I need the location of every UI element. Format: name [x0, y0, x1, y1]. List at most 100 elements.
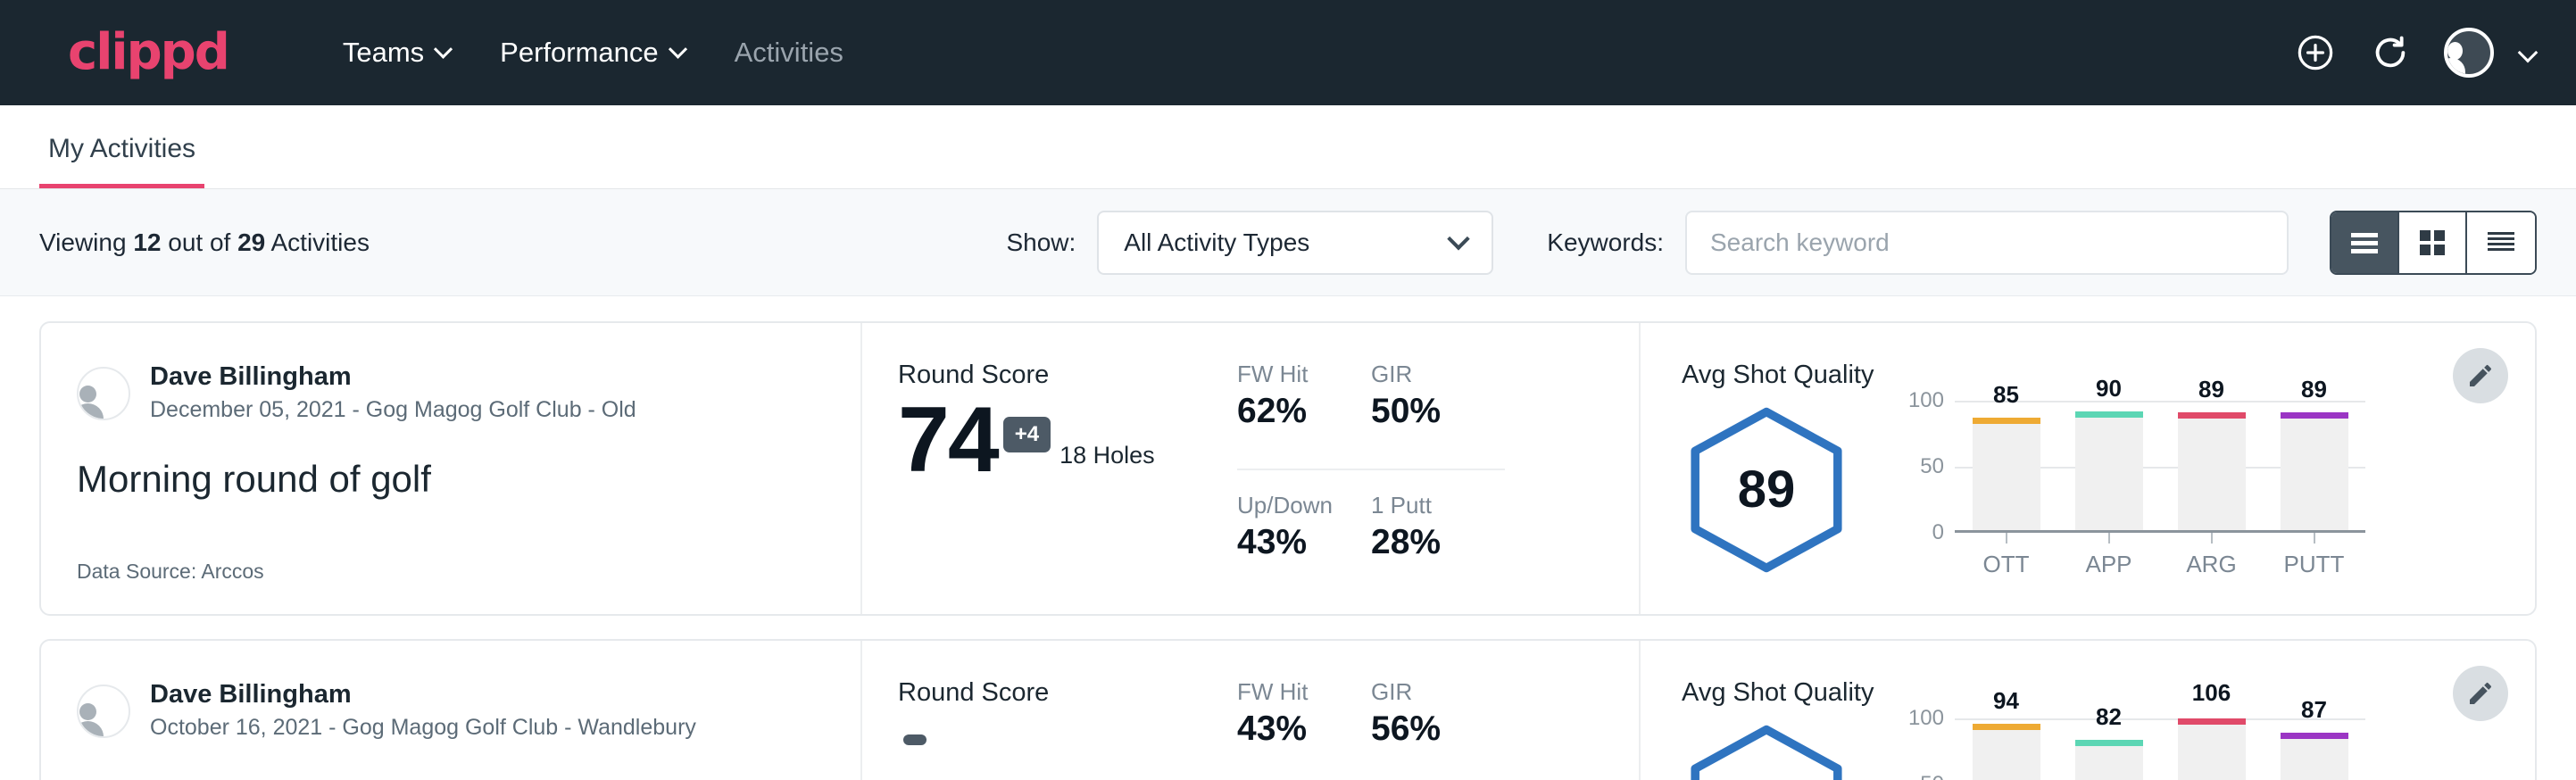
add-icon[interactable] — [2294, 31, 2337, 74]
avg-shot-quality-value: 89 — [1682, 405, 1851, 575]
round-stats-grid: FW Hit 43% GIR 56% — [1237, 641, 1639, 780]
account-chevron-down-icon[interactable] — [2518, 43, 2539, 63]
chart-bar: 89 — [2178, 401, 2246, 530]
chart-bar: 87 — [2281, 718, 2348, 780]
round-score-row: 74 +4 18 Holes — [898, 392, 1237, 489]
activity-list: Dave Billingham December 05, 2021 - Gog … — [0, 296, 2576, 780]
chart-bar-value-label: 82 — [2075, 703, 2143, 731]
nav-actions — [2294, 28, 2535, 78]
filter-controls: Show: All Activity Types Keywords: — [1006, 211, 2537, 275]
shot-quality-hexagon: 89 — [1682, 405, 1851, 575]
chart-bar-value-label: 94 — [1973, 687, 2040, 715]
chart-y-tick-label: 100 — [1908, 388, 1944, 413]
compact-view-icon — [2486, 230, 2516, 255]
activity-title: Morning round of golf — [77, 458, 825, 501]
pencil-icon — [2466, 679, 2495, 708]
chart-x-tick: PUTT — [2281, 533, 2348, 578]
keywords-group: Keywords: — [1547, 211, 2289, 275]
avatar-body — [77, 721, 104, 738]
chart-x-tick-label: ARG — [2186, 551, 2236, 578]
keywords-label: Keywords: — [1547, 228, 1664, 257]
avg-shot-quality-value — [1682, 723, 1851, 780]
avg-shot-quality-column: Avg Shot Quality 89 05010085908989 OTTAP… — [1639, 323, 2535, 614]
main-nav-items: Teams Performance Activities — [318, 26, 868, 79]
chart-x-tick-mark — [2314, 533, 2315, 544]
chart-x-tick-label: OTT — [1983, 551, 2030, 578]
avg-shot-quality-column: Avg Shot Quality 050100948210687 OTTAPPA… — [1639, 641, 2535, 780]
list-view-icon — [2349, 231, 2380, 254]
avg-shot-quality-body: 050100948210687 OTTAPPARGPUTT — [1682, 713, 2499, 780]
compact-view-button[interactable] — [2467, 212, 2535, 273]
chart-x-axis: OTT APP ARG PUTT — [1955, 533, 2365, 578]
chart-bar: 82 — [2075, 718, 2143, 780]
stat-value: 43% — [1237, 709, 1344, 749]
refresh-icon[interactable] — [2369, 31, 2412, 74]
stat-gir: GIR 56% — [1371, 678, 1505, 780]
holes-played: 18 Holes — [1059, 442, 1155, 469]
chart-x-tick: OTT — [1973, 533, 2040, 578]
activity-type-select[interactable]: All Activity Types — [1097, 211, 1493, 275]
stat-label: 1 Putt — [1371, 492, 1478, 519]
stat-label: GIR — [1371, 361, 1478, 388]
chart-bar-value-label: 106 — [2178, 679, 2246, 707]
chart-bar: 106 — [2178, 718, 2246, 780]
edit-activity-button[interactable] — [2453, 348, 2508, 403]
activity-summary-column: Dave Billingham October 16, 2021 - Gog M… — [41, 641, 862, 780]
grid-view-button[interactable] — [2399, 212, 2467, 273]
nav-item-teams[interactable]: Teams — [318, 26, 475, 79]
list-view-button[interactable] — [2331, 212, 2399, 273]
chart-bar-cap — [2075, 411, 2143, 418]
chart-x-tick-label: PUTT — [2284, 551, 2345, 578]
stat-up-down: Up/Down 43% — [1237, 470, 1371, 584]
chart-bar-fill — [1973, 730, 2040, 780]
avatar — [77, 367, 130, 420]
chart-bar: 89 — [2281, 401, 2348, 530]
viewing-count-text: Viewing 12 out of 29 Activities — [39, 228, 370, 257]
activity-author: Dave Billingham October 16, 2021 - Gog M… — [77, 678, 825, 743]
stat-label: GIR — [1371, 678, 1478, 706]
round-score-value: 74 — [898, 392, 998, 489]
chart-bar-cap — [2281, 733, 2348, 739]
activity-meta: October 16, 2021 - Gog Magog Golf Club -… — [150, 713, 696, 743]
nav-item-performance[interactable]: Performance — [475, 26, 709, 79]
chart-bar-fill — [1973, 424, 2040, 530]
nav-item-activities[interactable]: Activities — [710, 26, 868, 79]
show-label: Show: — [1006, 228, 1076, 257]
round-score-column: Round Score 74 +4 18 Holes — [862, 323, 1237, 614]
viewing-prefix: Viewing — [39, 228, 133, 256]
chart-y-tick-label: 0 — [1932, 520, 1944, 545]
activity-card[interactable]: Dave Billingham December 05, 2021 - Gog … — [39, 321, 2537, 616]
activity-type-select-value: All Activity Types — [1124, 228, 1309, 257]
brand-logo[interactable]: clippd — [68, 28, 229, 78]
chevron-down-icon — [669, 39, 687, 58]
author-text: Dave Billingham October 16, 2021 - Gog M… — [150, 678, 696, 743]
author-text: Dave Billingham December 05, 2021 - Gog … — [150, 361, 636, 426]
chart-x-tick: ARG — [2178, 533, 2246, 578]
chart-x-tick-mark — [2211, 533, 2213, 544]
chart-bar-value-label: 89 — [2178, 376, 2246, 403]
round-score-label: Round Score — [898, 361, 1237, 390]
chart-bars: 85908989 — [1955, 401, 2365, 530]
tab-my-activities-label: My Activities — [48, 134, 195, 163]
chart-bar-value-label: 85 — [1973, 381, 2040, 409]
search-input[interactable] — [1685, 211, 2289, 275]
stat-value: 56% — [1371, 709, 1478, 749]
stat-label: FW Hit — [1237, 361, 1344, 388]
chevron-down-icon — [434, 39, 453, 58]
account-avatar[interactable] — [2444, 28, 2494, 78]
edit-activity-button[interactable] — [2453, 666, 2508, 721]
score-differential-badge — [903, 734, 927, 745]
top-navigation-bar: clippd Teams Performance Activities — [0, 0, 2576, 105]
avatar-head — [79, 703, 96, 720]
activity-card[interactable]: Dave Billingham October 16, 2021 - Gog M… — [39, 639, 2537, 780]
avg-shot-quality-body: 89 05010085908989 OTTAPPARGPUTT — [1682, 395, 2499, 584]
viewing-count: 12 — [133, 228, 161, 256]
stat-gir: GIR 50% — [1371, 361, 1505, 470]
stat-label: FW Hit — [1237, 678, 1344, 706]
grid-view-icon — [2419, 229, 2446, 256]
chart-x-tick-label: APP — [2085, 551, 2131, 578]
activity-summary-column: Dave Billingham December 05, 2021 - Gog … — [41, 323, 862, 614]
tab-my-activities[interactable]: My Activities — [39, 134, 204, 188]
pencil-icon — [2466, 361, 2495, 390]
stat-fw-hit: FW Hit 43% — [1237, 678, 1371, 780]
